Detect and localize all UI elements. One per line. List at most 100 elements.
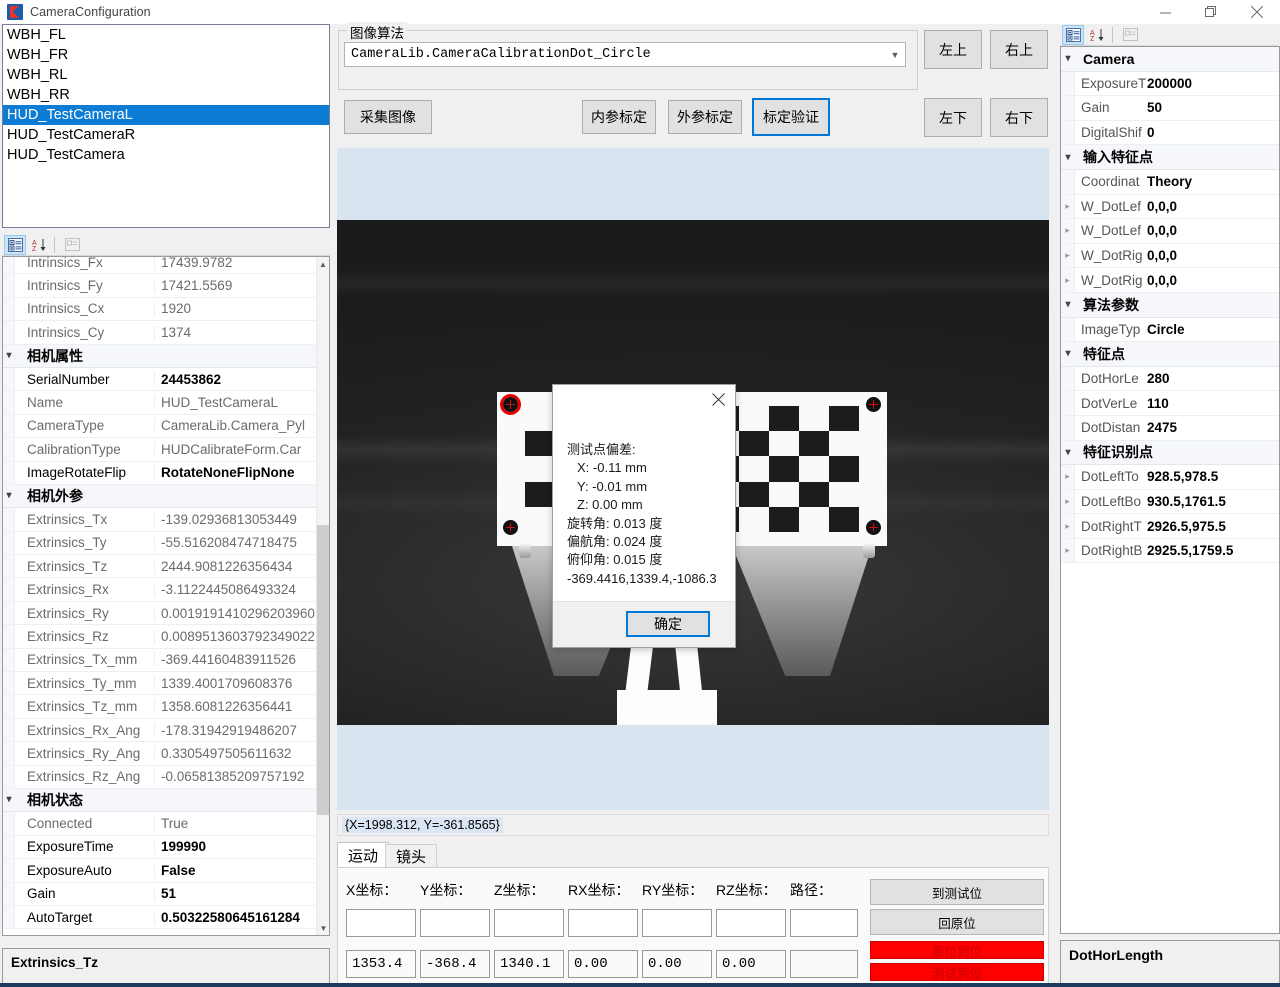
propertygrid-row[interactable]: Intrinsics_Cy 1374 xyxy=(3,321,316,345)
propertygrid-row[interactable]: DigitalShif 0 xyxy=(1061,120,1279,146)
property-value[interactable]: HUDCalibrateForm.Car xyxy=(155,442,316,457)
acquire-image-button[interactable]: 采集图像 xyxy=(344,100,432,134)
propertygrid-row[interactable]: Extrinsics_Rz_Ang -0.06581385209757192 xyxy=(3,765,316,789)
propertygrid-row[interactable]: ▸ DotLeftBo 930.5,1761.5 xyxy=(1061,489,1279,515)
target-coordinate-input[interactable] xyxy=(346,909,416,937)
bottom-tabstrip[interactable]: 运动 镜头 xyxy=(337,842,1049,868)
propertygrid-row[interactable]: Extrinsics_Tz 2444.9081226356434 xyxy=(3,555,316,579)
property-value[interactable]: 2925.5,1759.5 xyxy=(1147,543,1279,558)
current-coordinate-value[interactable]: 0.00 xyxy=(716,950,786,978)
property-value[interactable]: -178.31942919486207 xyxy=(155,723,316,738)
propertygrid-category-row[interactable]: ▾ 相机属性 xyxy=(3,344,316,368)
property-value[interactable]: 1358.6081226356441 xyxy=(155,699,316,714)
property-value[interactable]: 2444.9081226356434 xyxy=(155,559,316,574)
property-value[interactable]: 0,0,0 xyxy=(1147,248,1279,263)
chevron-right-icon[interactable]: ▸ xyxy=(1061,243,1075,268)
propertygrid-row[interactable]: Connected True xyxy=(3,812,316,836)
propertygrid-row[interactable]: Intrinsics_Fy 17421.5569 xyxy=(3,274,316,298)
tab-lens[interactable]: 镜头 xyxy=(385,844,438,867)
propertygrid-row[interactable]: Extrinsics_Ry_Ang 0.3305497505611632 xyxy=(3,742,316,766)
chevron-right-icon[interactable]: ▸ xyxy=(1061,465,1075,489)
target-coordinate-input[interactable] xyxy=(716,909,786,937)
property-value[interactable]: 0.3305497505611632 xyxy=(155,746,316,761)
propertygrid-row[interactable]: CameraType CameraLib.Camera_Pyl xyxy=(3,414,316,439)
propertygrid-row[interactable]: ImageTyp Circle xyxy=(1061,317,1279,343)
property-value[interactable]: False xyxy=(155,863,316,878)
device-list-item[interactable]: HUD_TestCamera xyxy=(3,145,329,165)
propertygrid-row[interactable]: Gain 50 xyxy=(1061,96,1279,121)
propertygrid-row[interactable]: Extrinsics_Ry 0.0019191410296203960 xyxy=(3,601,316,626)
chevron-down-icon[interactable]: ▾ xyxy=(3,350,15,361)
target-coordinate-input[interactable] xyxy=(420,909,490,937)
property-value[interactable]: -369.44160483911526 xyxy=(155,652,316,667)
propertygrid-category-row[interactable]: ▾ 特征点 xyxy=(1061,342,1279,367)
chevron-down-icon[interactable]: ▾ xyxy=(1061,348,1075,359)
propertygrid-category-row[interactable]: ▾ 输入特征点 xyxy=(1061,145,1279,170)
property-value[interactable]: 51 xyxy=(155,886,316,901)
propertygrid-category-row[interactable]: ▾ 特征识别点 xyxy=(1061,440,1279,466)
dialog-ok-button[interactable]: 确定 xyxy=(626,611,710,637)
chevron-down-icon[interactable]: ▼ xyxy=(885,50,905,60)
chevron-down-icon[interactable]: ▾ xyxy=(1061,299,1075,310)
motion-action-button[interactable]: 原位到位 xyxy=(870,941,1044,959)
chevron-down-icon[interactable]: ▾ xyxy=(3,491,15,501)
property-value[interactable]: RotateNoneFlipNone xyxy=(155,465,316,480)
property-pages-icon[interactable] xyxy=(1119,25,1141,45)
propertygrid-row[interactable]: ExposureTime 199990 xyxy=(3,835,316,860)
propertygrid-row[interactable]: Name HUD_TestCameraL xyxy=(3,391,316,415)
left-bottom-button[interactable]: 左下 xyxy=(924,98,982,137)
property-value[interactable]: 928.5,978.5 xyxy=(1147,469,1279,484)
device-list-item[interactable]: WBH_RR xyxy=(3,85,329,105)
target-coordinate-input[interactable] xyxy=(642,909,712,937)
device-list-item[interactable]: WBH_RL xyxy=(3,65,329,85)
property-value[interactable]: 1374 xyxy=(155,325,316,340)
property-value[interactable]: 0.50322580645161284 xyxy=(155,910,316,925)
property-value[interactable]: 17439.9782 xyxy=(155,257,316,270)
alphabetical-icon[interactable]: A Z xyxy=(1086,25,1108,45)
property-value[interactable]: 50 xyxy=(1147,100,1279,115)
current-coordinate-value[interactable] xyxy=(790,950,858,978)
alphabetical-icon[interactable]: A Z xyxy=(28,235,50,255)
scrollbar-thumb[interactable] xyxy=(317,525,329,815)
property-value[interactable]: 110 xyxy=(1147,396,1279,411)
propertygrid-row[interactable]: AutoTarget 0.50322580645161284 xyxy=(3,905,316,930)
propertygrid-category-row[interactable]: ▾ Camera xyxy=(1061,47,1279,72)
property-value[interactable]: -3.1122445086493324 xyxy=(155,582,316,597)
motion-action-button[interactable]: 到测试位 xyxy=(870,879,1044,905)
property-value[interactable]: 0,0,0 xyxy=(1147,199,1279,214)
current-coordinate-value[interactable]: -368.4 xyxy=(420,950,490,978)
categorized-icon[interactable] xyxy=(4,234,26,255)
property-value[interactable]: 200000 xyxy=(1147,76,1279,91)
current-coordinate-value[interactable]: 0.00 xyxy=(568,950,638,978)
minimize-icon[interactable] xyxy=(1142,0,1188,24)
chevron-down-icon[interactable]: ▾ xyxy=(3,795,15,805)
propertygrid-row[interactable]: Coordinat Theory xyxy=(1061,169,1279,195)
property-value[interactable]: 1920 xyxy=(155,301,316,316)
property-value[interactable]: True xyxy=(155,816,316,831)
property-value[interactable]: 24453862 xyxy=(155,372,316,387)
propertygrid-category-row[interactable]: ▾ 相机状态 xyxy=(3,788,316,813)
chevron-down-icon[interactable]: ▾ xyxy=(1061,53,1075,64)
property-value[interactable]: 1339.4001709608376 xyxy=(155,676,316,691)
propertygrid-row[interactable]: ImageRotateFlip RotateNoneFlipNone xyxy=(3,461,316,485)
property-value[interactable]: 0.0019191410296203960 xyxy=(155,606,316,621)
close-icon[interactable] xyxy=(1234,0,1280,24)
propertygrid-row[interactable]: Extrinsics_Ty_mm 1339.4001709608376 xyxy=(3,672,316,696)
chevron-down-icon[interactable]: ▾ xyxy=(1061,152,1075,163)
propertygrid-row[interactable]: ▸ DotRightT 2926.5,975.5 xyxy=(1061,514,1279,539)
property-value[interactable]: -55.516208474718475 xyxy=(155,535,316,550)
propertygrid-row[interactable]: CalibrationType HUDCalibrateForm.Car xyxy=(3,438,316,462)
property-value[interactable]: Circle xyxy=(1147,322,1279,337)
propertygrid-row[interactable]: Extrinsics_Ty -55.516208474718475 xyxy=(3,531,316,556)
current-coordinate-value[interactable]: 1353.4 xyxy=(346,950,416,978)
property-value[interactable]: 2926.5,975.5 xyxy=(1147,519,1279,534)
property-value[interactable]: -0.06581385209757192 xyxy=(155,769,316,784)
device-list-item[interactable]: HUD_TestCameraL xyxy=(3,105,329,125)
calibration-verify-button[interactable]: 标定验证 xyxy=(752,98,830,136)
propertygrid-row[interactable]: Extrinsics_Rx_Ang -178.31942919486207 xyxy=(3,718,316,743)
device-list-item[interactable]: WBH_FR xyxy=(3,45,329,65)
propertygrid-row[interactable]: ▸ W_DotLef 0,0,0 xyxy=(1061,194,1279,220)
left-propertygrid[interactable]: Intrinsics_Fx 17439.9782 Intrinsics_Fy 1742… xyxy=(2,256,330,936)
propertygrid-row[interactable]: ▸ W_DotRig 0,0,0 xyxy=(1061,268,1279,293)
propertygrid-category-row[interactable]: ▾ 算法参数 xyxy=(1061,292,1279,318)
